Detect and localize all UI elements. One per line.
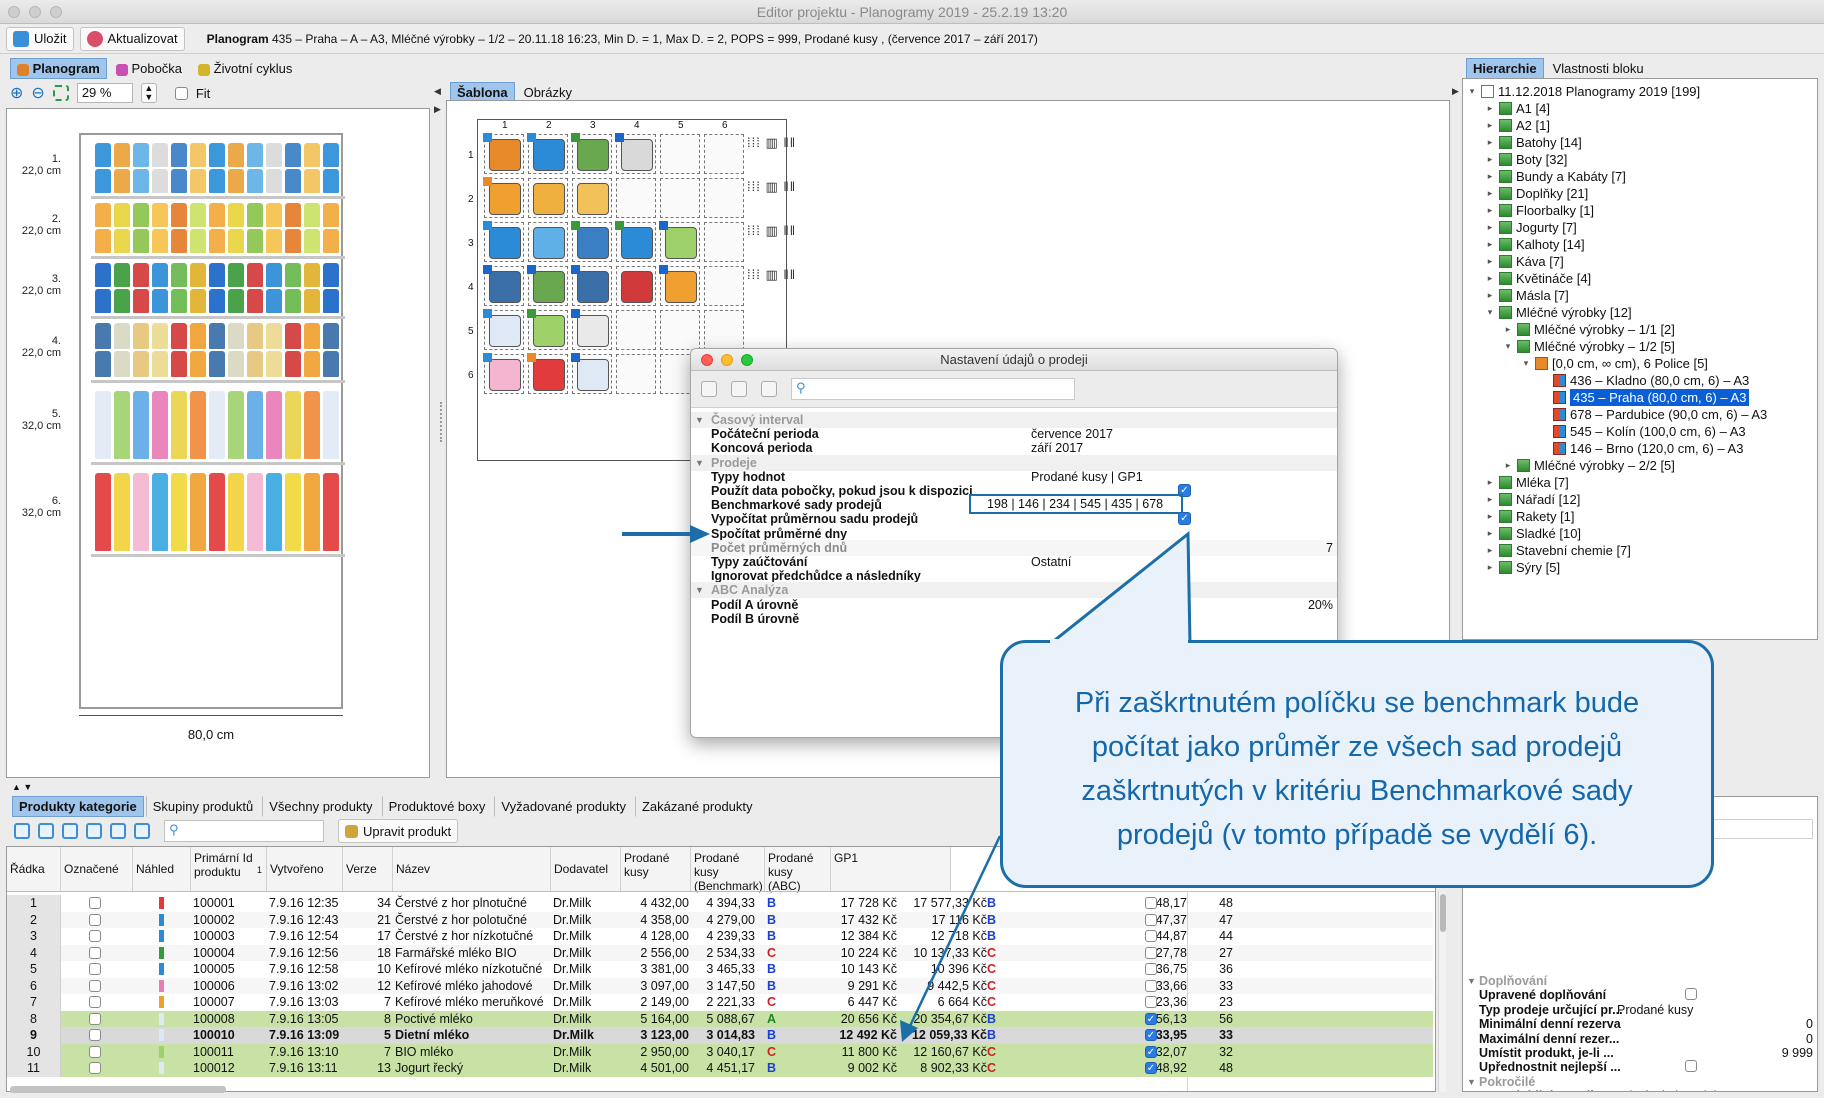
pointer-arrow <box>622 525 710 543</box>
annotation-callout: Při zaškrtnutém políčku se benchmark bud… <box>1000 640 1714 888</box>
callout-leader-arrow <box>900 835 1002 1042</box>
callout-tail <box>1045 530 1192 646</box>
callout-tail-join <box>1050 639 1188 645</box>
app-window: { "window":{"title":"Editor projektu - P… <box>0 0 1824 1098</box>
annotation-overlay <box>622 525 1192 1042</box>
callout-text: Při zaškrtnutém políčku se benchmark bud… <box>1074 687 1640 851</box>
